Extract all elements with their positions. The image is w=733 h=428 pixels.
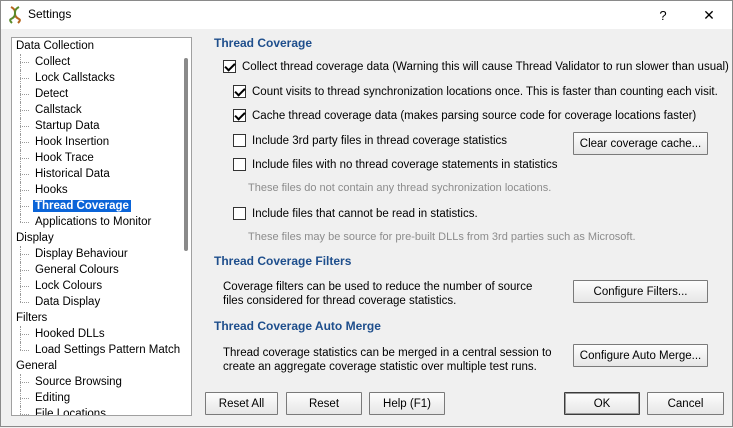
- tree-item-label: Collect: [35, 56, 71, 68]
- tree-item-label: Source Browsing: [35, 376, 122, 388]
- tree-item-label: Historical Data: [35, 168, 110, 180]
- tree-item-label: Filters: [16, 312, 48, 324]
- tree-item[interactable]: Data Display: [12, 294, 182, 310]
- auto-merge-title: Thread Coverage Auto Merge: [214, 319, 381, 333]
- tree-item-label: Thread Coverage: [33, 200, 131, 212]
- tree-item[interactable]: Historical Data: [12, 166, 182, 182]
- third-party-label: Include 3rd party files in thread covera…: [252, 134, 508, 147]
- tree-item-label: Hooks: [35, 184, 68, 196]
- tree-item[interactable]: Collect: [12, 54, 182, 70]
- window-title: Settings: [28, 7, 72, 21]
- tree-item[interactable]: Thread Coverage: [12, 198, 182, 214]
- no-statements-checkbox[interactable]: [233, 158, 246, 171]
- tree-item[interactable]: Callstack: [12, 102, 182, 118]
- tree-category[interactable]: General: [12, 358, 182, 374]
- cache-coverage-option[interactable]: Cache thread coverage data (makes parsin…: [233, 109, 696, 122]
- tree-item-label: Hook Trace: [35, 152, 94, 164]
- cache-coverage-label: Cache thread coverage data (makes parsin…: [252, 109, 697, 122]
- filters-title: Thread Coverage Filters: [214, 254, 352, 268]
- tree-item-label: Applications to Monitor: [35, 216, 152, 228]
- tree-item[interactable]: Source Browsing: [12, 374, 182, 390]
- tree-category[interactable]: Data Collection: [12, 38, 182, 54]
- unreadable-files-note: These files may be source for pre-built …: [248, 231, 636, 243]
- tree-item-label: Lock Callstacks: [35, 72, 115, 84]
- tree-category[interactable]: Display: [12, 230, 182, 246]
- tree-item[interactable]: Hooks: [12, 182, 182, 198]
- third-party-checkbox[interactable]: [233, 134, 246, 147]
- tree-item[interactable]: Lock Colours: [12, 278, 182, 294]
- tree-item[interactable]: General Colours: [12, 262, 182, 278]
- tree-item[interactable]: Display Behaviour: [12, 246, 182, 262]
- third-party-option[interactable]: Include 3rd party files in thread covera…: [233, 134, 507, 147]
- count-once-label: Count visits to thread synchronization l…: [252, 85, 718, 98]
- collect-coverage-checkbox[interactable]: [223, 60, 236, 73]
- tree-item-label: Data Collection: [16, 40, 94, 52]
- tree-item-label: Detect: [35, 88, 69, 100]
- tree-item[interactable]: Hook Insertion: [12, 134, 182, 150]
- tree-item[interactable]: Hooked DLLs: [12, 326, 182, 342]
- cancel-button[interactable]: Cancel: [647, 392, 724, 415]
- tree-item-label: Hook Insertion: [35, 136, 110, 148]
- tree-category[interactable]: Filters: [12, 310, 182, 326]
- tree-item-label: Lock Colours: [35, 280, 103, 292]
- tree-item[interactable]: Detect: [12, 86, 182, 102]
- cache-coverage-checkbox[interactable]: [233, 109, 246, 122]
- dna-app-icon: [7, 6, 23, 24]
- tree-list: Data Collection Collect Lock Callstacks Det…: [12, 38, 182, 416]
- collect-coverage-option[interactable]: Collect thread coverage data (Warning th…: [223, 60, 729, 73]
- auto-merge-description: Thread coverage statistics can be merged…: [223, 347, 552, 373]
- collect-coverage-label: Collect thread coverage data (Warning th…: [242, 60, 729, 73]
- thread-coverage-title: Thread Coverage: [214, 36, 313, 50]
- tree-item-label: File Locations: [35, 408, 106, 416]
- count-once-checkbox[interactable]: [233, 85, 246, 98]
- tree-item-label: Load Settings Pattern Match: [35, 344, 181, 356]
- filters-description: Coverage filters can be used to reduce t…: [223, 281, 533, 307]
- tree-scrollbar-thumb[interactable]: [184, 58, 188, 251]
- configure-auto-merge-button[interactable]: Configure Auto Merge...: [573, 344, 708, 367]
- no-statements-label: Include files with no thread coverage st…: [252, 158, 558, 171]
- reset-button[interactable]: Reset: [286, 392, 362, 415]
- tree-item-label: Startup Data: [35, 120, 100, 132]
- tree-item-label: Hooked DLLs: [35, 328, 105, 340]
- unreadable-files-option[interactable]: Include files that cannot be read in sta…: [233, 207, 478, 220]
- ok-button[interactable]: OK: [564, 392, 640, 415]
- tree-item-label: Display: [16, 232, 54, 244]
- tree-item[interactable]: Applications to Monitor: [12, 214, 182, 230]
- settings-window: Settings ? ✕ Data Collection Collect Lock …: [0, 0, 733, 427]
- count-once-option[interactable]: Count visits to thread synchronization l…: [233, 85, 718, 98]
- tree-item-label: General Colours: [35, 264, 119, 276]
- unreadable-files-checkbox[interactable]: [233, 207, 246, 220]
- thread-coverage-panel: Thread Coverage Collect thread coverage …: [214, 1, 729, 428]
- tree-item[interactable]: Load Settings Pattern Match: [12, 342, 182, 358]
- tree-item[interactable]: File Locations: [12, 406, 182, 416]
- configure-filters-button[interactable]: Configure Filters...: [573, 280, 708, 303]
- tree-item-label: Data Display: [35, 296, 101, 308]
- no-statements-option[interactable]: Include files with no thread coverage st…: [233, 158, 558, 171]
- no-statements-note: These files do not contain any thread sy…: [248, 182, 552, 194]
- tree-item-label: Display Behaviour: [35, 248, 128, 260]
- tree-item-label: Editing: [35, 392, 71, 404]
- tree-item-label: General: [16, 360, 57, 372]
- reset-all-button[interactable]: Reset All: [205, 392, 278, 415]
- help-button[interactable]: Help (F1): [369, 392, 445, 415]
- tree-item-label: Callstack: [35, 104, 82, 116]
- tree-scrollbar[interactable]: [181, 38, 191, 415]
- clear-coverage-cache-button[interactable]: Clear coverage cache...: [573, 132, 708, 155]
- unreadable-files-label: Include files that cannot be read in sta…: [252, 207, 478, 220]
- tree-item[interactable]: Lock Callstacks: [12, 70, 182, 86]
- tree-item[interactable]: Editing: [12, 390, 182, 406]
- tree-item[interactable]: Hook Trace: [12, 150, 182, 166]
- tree-item[interactable]: Startup Data: [12, 118, 182, 134]
- settings-tree[interactable]: Data Collection Collect Lock Callstacks Det…: [11, 37, 192, 416]
